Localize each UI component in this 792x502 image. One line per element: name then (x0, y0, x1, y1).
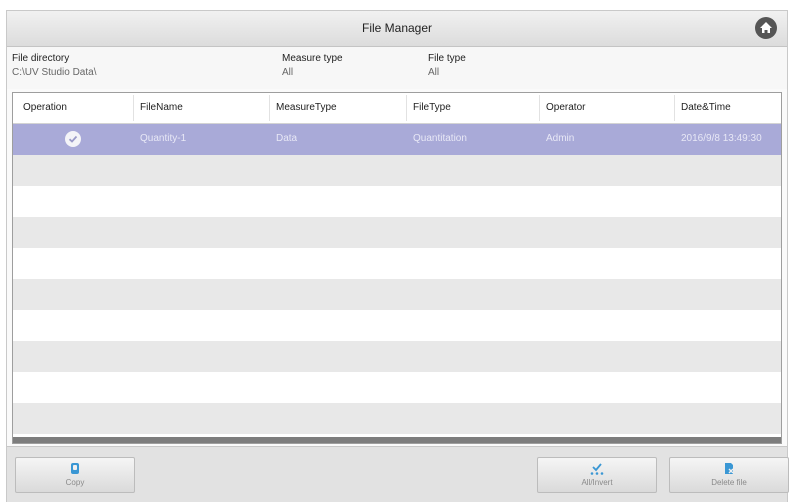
copy-icon (71, 463, 79, 474)
file-type-label: File type (428, 53, 466, 64)
title-bar: File Manager (7, 11, 787, 47)
column-header-filename[interactable]: FileName (140, 102, 183, 113)
empty-row (13, 248, 781, 279)
all-invert-label: All/Invert (581, 478, 613, 487)
column-divider (269, 95, 270, 121)
cell-measure-type: Data (276, 133, 298, 144)
cell-filename: Quantity-1 (140, 133, 187, 144)
measure-type-filter[interactable]: Measure type All (282, 53, 343, 78)
delete-file-button[interactable]: Delete file (669, 457, 789, 493)
measure-type-value: All (282, 67, 294, 78)
column-header-operator[interactable]: Operator (546, 102, 585, 113)
all-invert-button[interactable]: All/Invert (537, 457, 657, 493)
file-type-filter[interactable]: File type All (428, 53, 466, 78)
checkmark-icon (68, 135, 78, 143)
column-header-filetype[interactable]: FileType (413, 102, 451, 113)
file-table: Operation FileName MeasureType FileType … (12, 92, 782, 444)
empty-row (13, 279, 781, 310)
row-select-checkbox[interactable] (65, 131, 81, 147)
copy-button[interactable]: Copy (15, 457, 135, 493)
home-icon (760, 22, 772, 33)
empty-row (13, 341, 781, 372)
column-divider (406, 95, 407, 121)
file-directory-filter[interactable]: File directory C:\UV Studio Data\ (12, 53, 96, 78)
filter-bar: File directory C:\UV Studio Data\ Measur… (7, 47, 787, 89)
cell-operator: Admin (546, 133, 575, 144)
table-header: Operation FileName MeasureType FileType … (13, 93, 781, 124)
column-header-measuretype[interactable]: MeasureType (276, 102, 337, 113)
horizontal-scrollbar[interactable] (13, 437, 781, 443)
delete-file-label: Delete file (711, 478, 747, 487)
empty-row (13, 155, 781, 186)
file-type-value: All (428, 67, 440, 78)
delete-file-icon (725, 463, 734, 474)
table-row[interactable]: Quantity-1 Data Quantitation Admin 2016/… (13, 124, 781, 155)
home-button[interactable] (755, 17, 777, 39)
cell-datetime: 2016/9/8 13:49:30 (681, 133, 762, 144)
empty-row (13, 403, 781, 434)
file-directory-value: C:\UV Studio Data\ (12, 67, 97, 78)
empty-row (13, 186, 781, 217)
cell-file-type: Quantitation (413, 133, 467, 144)
column-divider (539, 95, 540, 121)
empty-row (13, 217, 781, 248)
file-manager-window: File Manager File directory C:\UV Studio… (6, 10, 789, 502)
column-header-operation[interactable]: Operation (23, 102, 67, 113)
column-header-datetime[interactable]: Date&Time (681, 102, 731, 113)
measure-type-label: Measure type (282, 53, 343, 64)
column-divider (674, 95, 675, 121)
window-title: File Manager (361, 21, 433, 35)
column-divider (133, 95, 134, 121)
select-all-icon (590, 463, 604, 475)
bottom-toolbar: Copy All/Invert Delete file (7, 446, 789, 502)
empty-row (13, 372, 781, 403)
copy-label: Copy (65, 478, 85, 487)
file-directory-label: File directory (12, 53, 70, 64)
empty-row (13, 310, 781, 341)
